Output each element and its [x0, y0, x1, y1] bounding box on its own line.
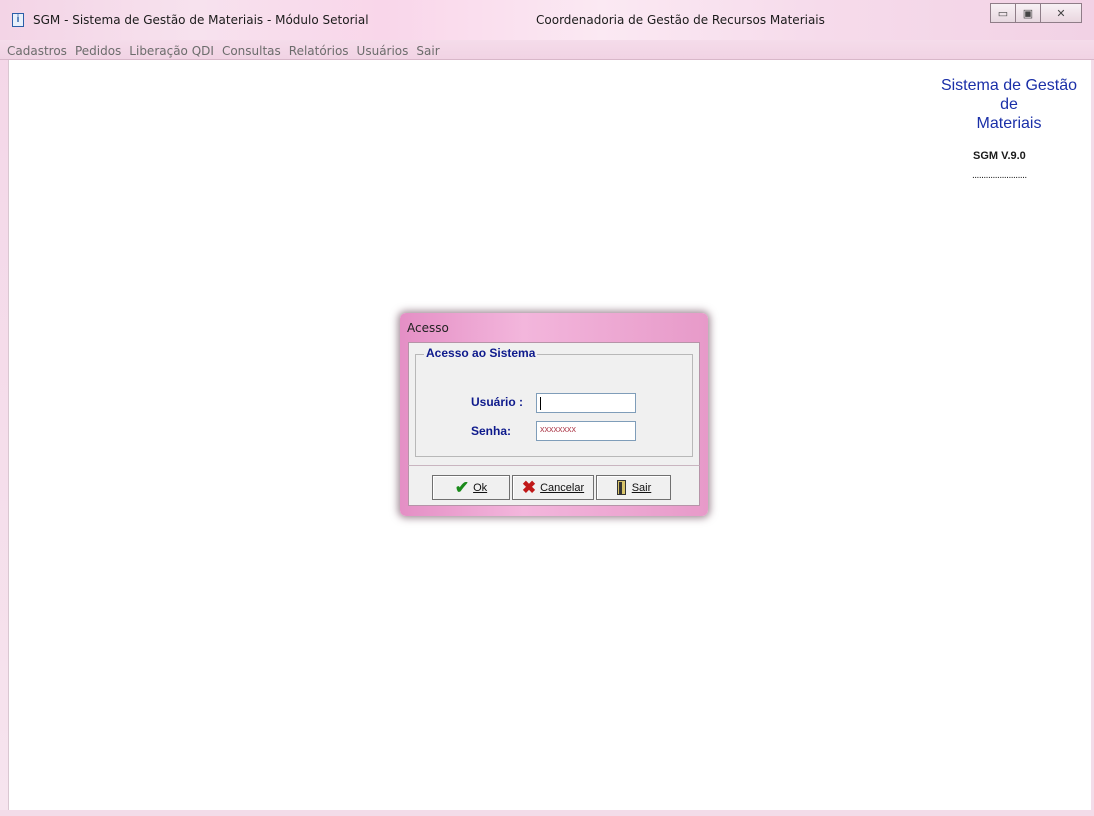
window-left-border: [0, 60, 8, 816]
cross-icon: ✖: [521, 478, 537, 497]
dialog-title: Acesso: [407, 321, 449, 335]
dialog-button-bar: ✔ Ok ✖ Cancelar Sair: [408, 465, 700, 506]
window-title: SGM - Sistema de Gestão de Materiais - M…: [33, 13, 369, 27]
menu-item-relatorios[interactable]: Relatórios: [285, 40, 353, 58]
exit-door-icon: [616, 479, 628, 496]
version-dots: ........................: [972, 170, 1027, 181]
menu-item-consultas[interactable]: Consultas: [218, 40, 285, 58]
close-icon: ✕: [1056, 7, 1066, 20]
cancelar-button-label: Cancelar: [540, 481, 585, 494]
menu-item-cadastros[interactable]: Cadastros: [3, 40, 71, 58]
window-bottom-border: [0, 810, 1094, 816]
usuario-input[interactable]: [536, 393, 636, 413]
cancelar-button[interactable]: ✖ Cancelar: [512, 475, 594, 500]
menu-item-liberacao-qdi[interactable]: Liberação QDI: [125, 40, 218, 58]
ok-button[interactable]: ✔ Ok: [432, 475, 510, 500]
sair-button[interactable]: Sair: [596, 475, 671, 500]
brand-line-2: de: [1000, 96, 1018, 113]
check-icon: ✔: [454, 478, 470, 497]
senha-label: Senha:: [471, 424, 512, 438]
minimize-icon: ▭: [997, 7, 1009, 20]
access-groupbox: Acesso ao Sistema Usuário : Senha: xxxxx…: [415, 346, 693, 457]
brand-line-3: Materiais: [976, 115, 1042, 132]
window-controls: ▭ ▣ ✕: [990, 3, 1082, 23]
brand-block: Sistema de Gestão de Materiais SGM V.9.0…: [926, 76, 1092, 185]
dialog-body: Acesso ao Sistema Usuário : Senha: xxxxx…: [408, 342, 700, 476]
brand-line-1: Sistema de Gestão: [940, 77, 1078, 94]
maximize-button[interactable]: ▣: [1015, 3, 1041, 23]
version-label: SGM V.9.0: [973, 150, 1026, 162]
menu-bar: Cadastros Pedidos Liberação QDI Consultas Re…: [0, 40, 1094, 60]
usuario-label: Usuário :: [471, 395, 524, 409]
groupbox-title: Acesso ao Sistema: [424, 346, 538, 360]
close-button[interactable]: ✕: [1040, 3, 1082, 23]
menu-item-sair[interactable]: Sair: [412, 40, 443, 58]
minimize-button[interactable]: ▭: [990, 3, 1016, 23]
ok-button-label: Ok: [473, 481, 488, 494]
login-dialog: Acesso Acesso ao Sistema Usuário : Senha…: [400, 313, 708, 516]
sair-button-label: Sair: [631, 481, 652, 494]
maximize-icon: ▣: [1022, 7, 1034, 20]
senha-input[interactable]: xxxxxxxx: [536, 421, 636, 441]
app-icon: i: [12, 13, 24, 27]
window-titlebar[interactable]: i SGM - Sistema de Gestão de Materiais -…: [0, 0, 1094, 40]
menu-item-pedidos[interactable]: Pedidos: [71, 40, 125, 58]
organization-title: Coordenadoria de Gestão de Recursos Mate…: [536, 13, 825, 27]
menu-item-usuarios[interactable]: Usuários: [353, 40, 413, 58]
text-cursor: [540, 397, 541, 410]
